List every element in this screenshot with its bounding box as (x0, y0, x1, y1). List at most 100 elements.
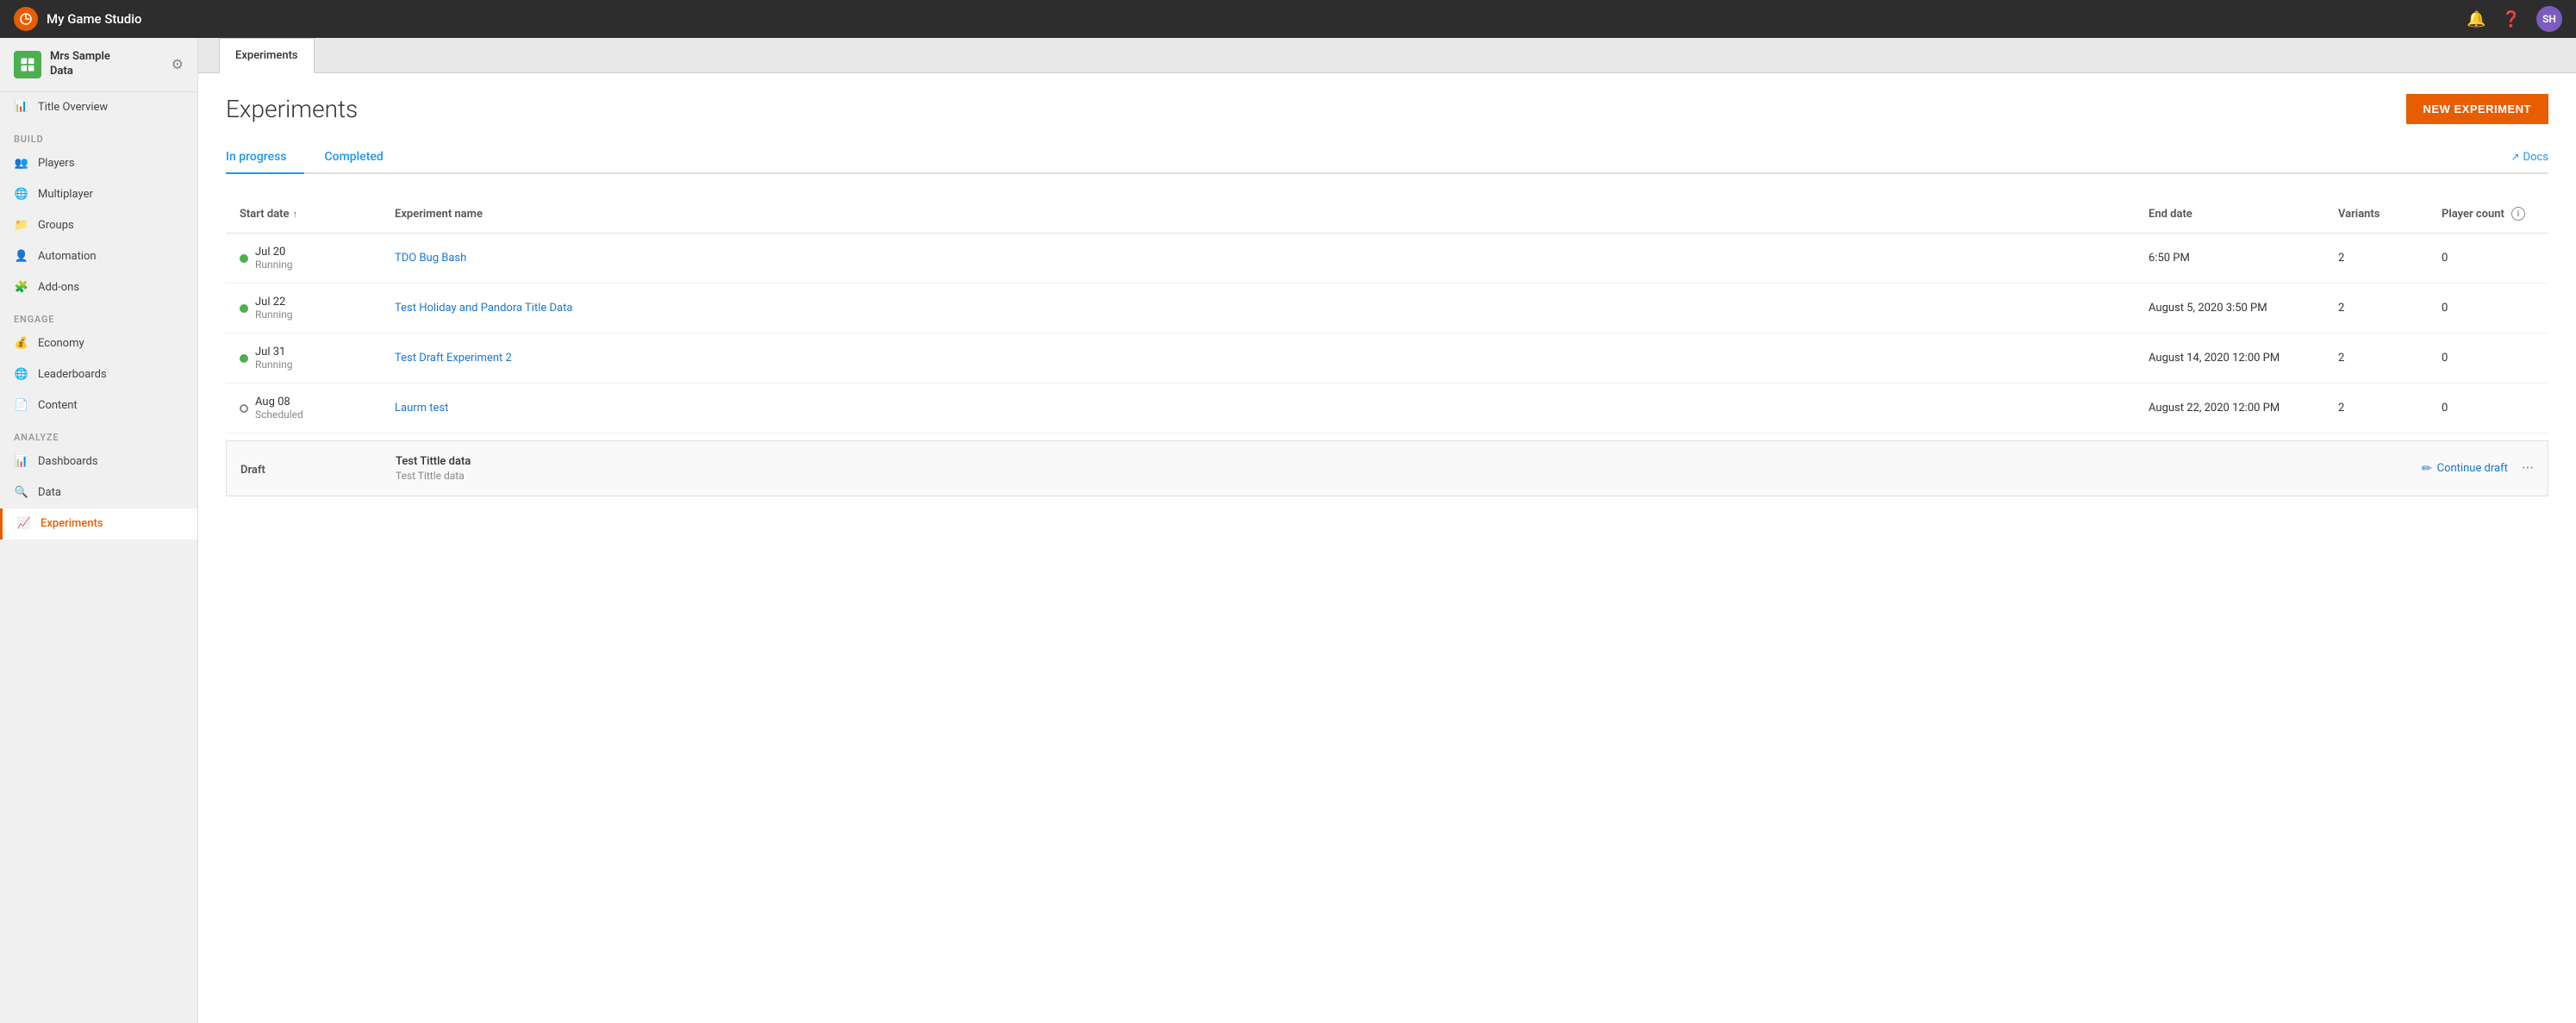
groups-label: Groups (38, 219, 74, 232)
content-area: Experiments NEW EXPERIMENT In progress C… (198, 73, 2576, 1023)
project-name: Mrs Sample Data (50, 50, 163, 79)
continue-draft-button[interactable]: ✏ Continue draft (2422, 462, 2508, 476)
sidebar-item-automation[interactable]: 👤 Automation (0, 241, 197, 272)
notifications-icon[interactable]: 🔔 (2467, 10, 2486, 28)
row4-start-date: Aug 08 Scheduled (226, 384, 381, 434)
experiments-table: Start date ↑ Experiment name End date Va… (226, 195, 2548, 434)
sidebar-item-groups[interactable]: 📁 Groups (0, 210, 197, 241)
draft-row: Draft Test Tittle data Test Tittle data … (226, 440, 2548, 496)
draft-label: Draft (240, 464, 265, 477)
settings-icon[interactable]: ⚙ (172, 56, 184, 72)
sidebar-item-multiplayer[interactable]: 🌐 Multiplayer (0, 179, 197, 210)
variants-header: Variants (2338, 208, 2380, 221)
table-row: Aug 08 Scheduled Laurm test August 22, 2… (226, 384, 2548, 434)
start-date-header: Start date (240, 208, 290, 221)
multiplayer-icon: 🌐 (14, 187, 29, 203)
row4-end-date: August 22, 2020 12:00 PM (2135, 384, 2324, 434)
row3-variants: 2 (2324, 334, 2428, 384)
experiment-name-header: Experiment name (395, 208, 483, 221)
leaderboards-icon: 🌐 (14, 367, 29, 383)
player-count-header: Player count (2442, 208, 2504, 221)
table-row: Jul 31 Running Test Draft Experiment 2 A… (226, 334, 2548, 384)
table-row: Jul 22 Running Test Holiday and Pandora … (226, 284, 2548, 334)
sidebar-item-economy[interactable]: 💰 Economy (0, 328, 197, 359)
row4-status-label: Scheduled (255, 409, 303, 421)
row1-experiment-link[interactable]: TDO Bug Bash (395, 252, 466, 265)
docs-label: Docs (2523, 151, 2548, 164)
sidebar-item-content[interactable]: 📄 Content (0, 390, 197, 421)
sidebar-item-addons[interactable]: 🧩 Add-ons (0, 272, 197, 303)
row1-start-date: Jul 20 Running (226, 234, 381, 284)
tab-bar: Experiments (198, 38, 2576, 73)
sub-tab-in-progress[interactable]: In progress (226, 141, 304, 174)
draft-name-cell: Test Tittle data Test Tittle data (382, 441, 1300, 496)
row4-variants: 2 (2324, 384, 2428, 434)
row3-end-date: August 14, 2020 12:00 PM (2135, 334, 2324, 384)
sidebar-item-leaderboards[interactable]: 🌐 Leaderboards (0, 359, 197, 390)
row4-experiment-link[interactable]: Laurm test (395, 402, 448, 415)
player-count-info-icon[interactable]: i (2511, 207, 2525, 221)
players-label: Players (38, 157, 74, 170)
tab-experiments[interactable]: Experiments (219, 38, 315, 73)
sidebar-item-data[interactable]: 🔍 Data (0, 477, 197, 508)
row1-status-label: Running (255, 259, 293, 271)
addons-label: Add-ons (38, 281, 79, 294)
data-label: Data (38, 486, 61, 499)
section-build: BUILD (0, 123, 197, 148)
new-experiment-button[interactable]: NEW EXPERIMENT (2406, 94, 2548, 124)
experiments-icon: 📈 (16, 516, 32, 532)
more-options-button[interactable]: ··· (2522, 459, 2534, 477)
section-engage: ENGAGE (0, 303, 197, 328)
sub-tab-completed[interactable]: Completed (325, 141, 401, 174)
th-start-date: Start date ↑ (226, 195, 381, 234)
row3-experiment-link[interactable]: Test Draft Experiment 2 (395, 352, 512, 365)
sidebar-item-players[interactable]: 👥 Players (0, 148, 197, 179)
row2-end-date: August 5, 2020 3:50 PM (2135, 284, 2324, 334)
row2-experiment-link[interactable]: Test Holiday and Pandora Title Data (395, 302, 572, 315)
sidebar-item-dashboards[interactable]: 📊 Dashboards (0, 446, 197, 477)
completed-label: Completed (325, 150, 384, 164)
sidebar-item-title-overview[interactable]: 📊 Title Overview (0, 92, 197, 123)
th-end-date: End date (2135, 195, 2324, 234)
row2-status-dot (240, 304, 248, 313)
app-logo[interactable] (14, 7, 38, 31)
row2-player-count: 0 (2428, 284, 2548, 334)
row4-player-count: 0 (2428, 384, 2548, 434)
topbar-right: 🔔 ❓ SH (2467, 6, 2562, 32)
avatar[interactable]: SH (2536, 6, 2562, 32)
groups-icon: 📁 (14, 218, 29, 234)
automation-label: Automation (38, 250, 97, 263)
row2-experiment-name: Test Holiday and Pandora Title Data (381, 284, 2135, 334)
project-name-line1: Mrs Sample (50, 50, 163, 65)
row4-status-dot (240, 404, 248, 413)
docs-link[interactable]: ↗ Docs (2511, 151, 2548, 164)
sidebar-item-experiments[interactable]: 📈 Experiments (0, 508, 197, 540)
section-analyze: ANALYZE (0, 421, 197, 446)
topbar-left: My Game Studio (14, 7, 142, 31)
row1-date: Jul 20 (255, 246, 293, 259)
row2-start-date: Jul 22 Running (226, 284, 381, 334)
players-icon: 👥 (14, 156, 29, 172)
help-icon[interactable]: ❓ (2502, 10, 2521, 28)
row3-status-dot (240, 354, 248, 363)
row2-variants: 2 (2324, 284, 2428, 334)
row2-status-label: Running (255, 309, 293, 321)
draft-actions: ✏ Continue draft ··· (1313, 459, 2534, 477)
th-variants: Variants (2324, 195, 2428, 234)
sidebar-project: Mrs Sample Data ⚙ (0, 38, 197, 92)
in-progress-label: In progress (226, 150, 287, 164)
sort-arrow-icon: ↑ (293, 209, 298, 220)
row1-player-count: 0 (2428, 234, 2548, 284)
row3-experiment-name: Test Draft Experiment 2 (381, 334, 2135, 384)
end-date-header: End date (2149, 208, 2192, 221)
data-icon: 🔍 (14, 485, 29, 501)
draft-description: Test Tittle data (396, 470, 1286, 482)
sidebar: Mrs Sample Data ⚙ 📊 Title Overview BUILD… (0, 38, 198, 1023)
sub-tabs: In progress Completed (226, 141, 2511, 172)
row3-start-date: Jul 31 Running (226, 334, 381, 384)
row3-date: Jul 31 (255, 346, 293, 359)
page-title: Experiments (226, 95, 358, 123)
leaderboards-label: Leaderboards (38, 368, 107, 381)
row4-date: Aug 08 (255, 396, 303, 409)
title-overview-label: Title Overview (38, 101, 108, 114)
